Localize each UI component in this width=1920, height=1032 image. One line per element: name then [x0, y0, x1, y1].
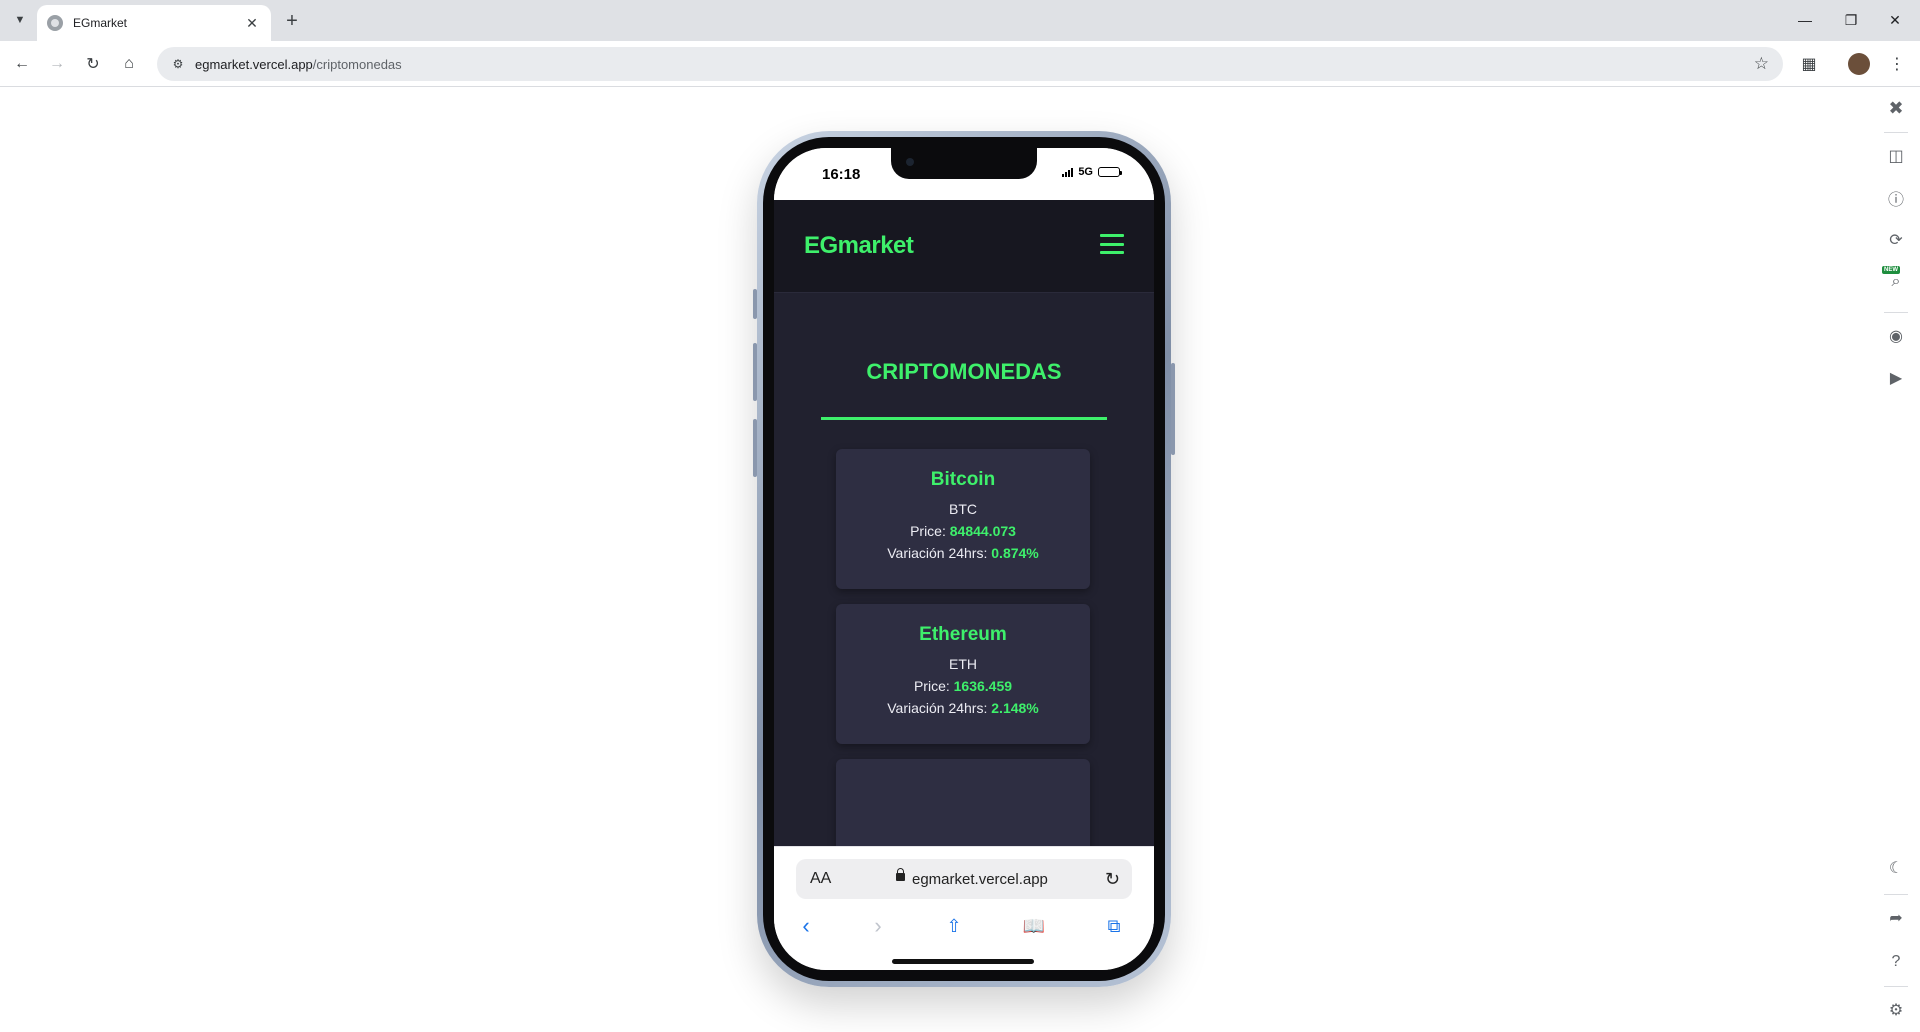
chevron-left-icon: ‹ [802, 913, 810, 938]
lock-icon [896, 868, 905, 881]
video-icon[interactable]: ▶ [1882, 364, 1910, 392]
back-button[interactable]: ← [9, 51, 35, 77]
emulator-sidepanel: ✖ ◫ ⓘ ⟳ NEW ⌕ ◉ ▶ ☾ ➦ ? ⚙ [1872, 88, 1920, 1032]
arrow-left-icon: ← [14, 55, 30, 72]
front-camera-icon [906, 158, 914, 166]
new-tab-button[interactable]: + [280, 9, 304, 33]
tabs-icon: ⧉ [1107, 915, 1121, 936]
safari-toolbar: ‹ › ⇧ 📖 ⧉ [774, 909, 1154, 943]
browser-menu-button[interactable]: ⋮ [1884, 51, 1910, 77]
ios-status-bar: 16:18 5G [774, 148, 1154, 200]
rotate-icon[interactable]: ⟳ [1882, 226, 1910, 254]
coin-name: Bitcoin [930, 469, 996, 490]
reload-icon: ↻ [86, 56, 100, 73]
coin-variation-value: 0.874% [991, 545, 1039, 561]
tab-search-button[interactable]: ▼ [10, 10, 30, 30]
coin-card-bitcoin[interactable]: Bitcoin BTC Price: 84844.073 Variación 2… [836, 449, 1090, 589]
close-icon[interactable]: ✖ [1882, 94, 1910, 122]
tab-close-icon[interactable]: ✕ [243, 15, 261, 32]
bookmark-star-icon[interactable]: ☆ [1754, 54, 1769, 74]
safari-reload-icon[interactable]: ↻ [1105, 869, 1120, 890]
coin-card-ethereum[interactable]: Ethereum ETH Price: 1636.459 Variación 2… [836, 604, 1090, 744]
settings-icon[interactable]: ⚙ [1882, 996, 1910, 1024]
coin-card-partial[interactable] [836, 759, 1090, 846]
hamburger-menu-icon[interactable] [1100, 234, 1124, 254]
avatar [1848, 53, 1870, 75]
coin-price-value: 84844.073 [949, 523, 1016, 539]
reload-button[interactable]: ↻ [80, 51, 106, 77]
website-viewport: EGmarket CRIPTOMONEDAS Bitcoin BTC Price… [774, 200, 1154, 846]
coin-variation: Variación 24hrs: 2.148% [887, 700, 1039, 716]
coin-symbol: ETH [949, 656, 977, 672]
extensions-button[interactable]: ▦ [1796, 51, 1822, 77]
volume-down-button [753, 419, 757, 477]
site-logo[interactable]: EGmarket [804, 232, 914, 260]
safari-back-button[interactable]: ‹ [788, 909, 824, 943]
safari-url-host: egmarket.vercel.app [912, 870, 1048, 888]
arrow-right-icon: → [49, 55, 65, 72]
volume-up-button [753, 343, 757, 401]
safari-bookmarks-button[interactable]: 📖 [1016, 909, 1052, 943]
home-indicator [892, 959, 1034, 964]
coin-price-value: 1636.459 [953, 678, 1013, 694]
network-type: 5G [1078, 166, 1093, 178]
safari-forward-button[interactable]: › [860, 909, 896, 943]
chevron-down-icon: ▼ [14, 14, 26, 26]
coin-symbol: BTC [949, 501, 977, 517]
puzzle-icon: ▦ [1801, 56, 1817, 73]
restore-button[interactable]: ❐ [1836, 8, 1866, 32]
home-button[interactable]: ⌂ [116, 51, 142, 77]
status-time: 16:18 [822, 166, 861, 183]
battery-icon [1098, 167, 1122, 177]
address-bar[interactable]: ⚙ egmarket.vercel.app/criptomonedas ☆ [157, 47, 1783, 81]
favicon-icon [47, 15, 63, 31]
url-path: /criptomonedas [312, 56, 402, 72]
page-title: CRIPTOMONEDAS [866, 359, 1062, 384]
notch [891, 148, 1037, 179]
coin-price: Price: 1636.459 [913, 678, 1013, 694]
url-host: egmarket.vercel.app [195, 56, 313, 72]
safari-address-bar[interactable]: AA egmarket.vercel.app ↻ [796, 859, 1132, 899]
home-icon: ⌂ [124, 55, 134, 72]
coin-price: Price: 84844.073 [910, 523, 1016, 539]
title-underline [821, 417, 1107, 420]
coin-name: Ethereum [919, 624, 1007, 645]
status-icons: 5G [1062, 166, 1122, 178]
coin-variation-value: 2.148% [991, 700, 1039, 716]
active-tab[interactable]: EGmarket ✕ [37, 5, 271, 41]
help-icon[interactable]: ? [1882, 948, 1910, 976]
power-button [1171, 363, 1175, 455]
site-info-icon[interactable]: ⚙ [169, 55, 187, 73]
info-icon[interactable]: ⓘ [1882, 184, 1910, 212]
mute-switch [753, 289, 757, 319]
coin-variation: Variación 24hrs: 0.874% [887, 545, 1039, 561]
browser-toolbar: ← → ↻ ⌂ ⚙ egmarket.vercel.app/criptomone… [0, 41, 1920, 87]
window-close-button[interactable]: ✕ [1880, 8, 1910, 32]
chevron-right-icon: › [874, 913, 882, 938]
devices-icon[interactable]: ◫ [1882, 142, 1910, 170]
more-vert-icon: ⋮ [1889, 56, 1905, 73]
moon-icon[interactable]: ☾ [1882, 854, 1910, 882]
profile-button[interactable] [1846, 51, 1872, 77]
share-icon: ⇧ [946, 915, 962, 936]
phone-screen: 16:18 5G EGmarket CRIPTOMONEDAS Bitcoin … [774, 148, 1154, 970]
tab-strip: ▼ EGmarket ✕ + — ❐ ✕ [0, 0, 1920, 41]
zoom-icon[interactable]: NEW ⌕ [1882, 266, 1910, 296]
camera-icon[interactable]: ◉ [1882, 322, 1910, 350]
tab-title: EGmarket [73, 16, 128, 30]
safari-share-button[interactable]: ⇧ [936, 909, 972, 943]
safari-tabs-button[interactable]: ⧉ [1096, 909, 1132, 943]
new-badge: NEW [1882, 266, 1900, 274]
minimize-button[interactable]: — [1790, 8, 1820, 32]
forward-button[interactable]: → [44, 51, 70, 77]
signal-icon [1062, 167, 1074, 177]
plus-icon: + [286, 9, 298, 32]
site-header: EGmarket [774, 200, 1154, 293]
text-size-button[interactable]: AA [810, 870, 831, 888]
phone-frame: 16:18 5G EGmarket CRIPTOMONEDAS Bitcoin … [753, 131, 1175, 987]
share-icon[interactable]: ➦ [1882, 904, 1910, 932]
safari-bottom-bar: AA egmarket.vercel.app ↻ ‹ › ⇧ 📖 ⧉ [774, 846, 1154, 970]
book-icon: 📖 [1022, 915, 1046, 936]
